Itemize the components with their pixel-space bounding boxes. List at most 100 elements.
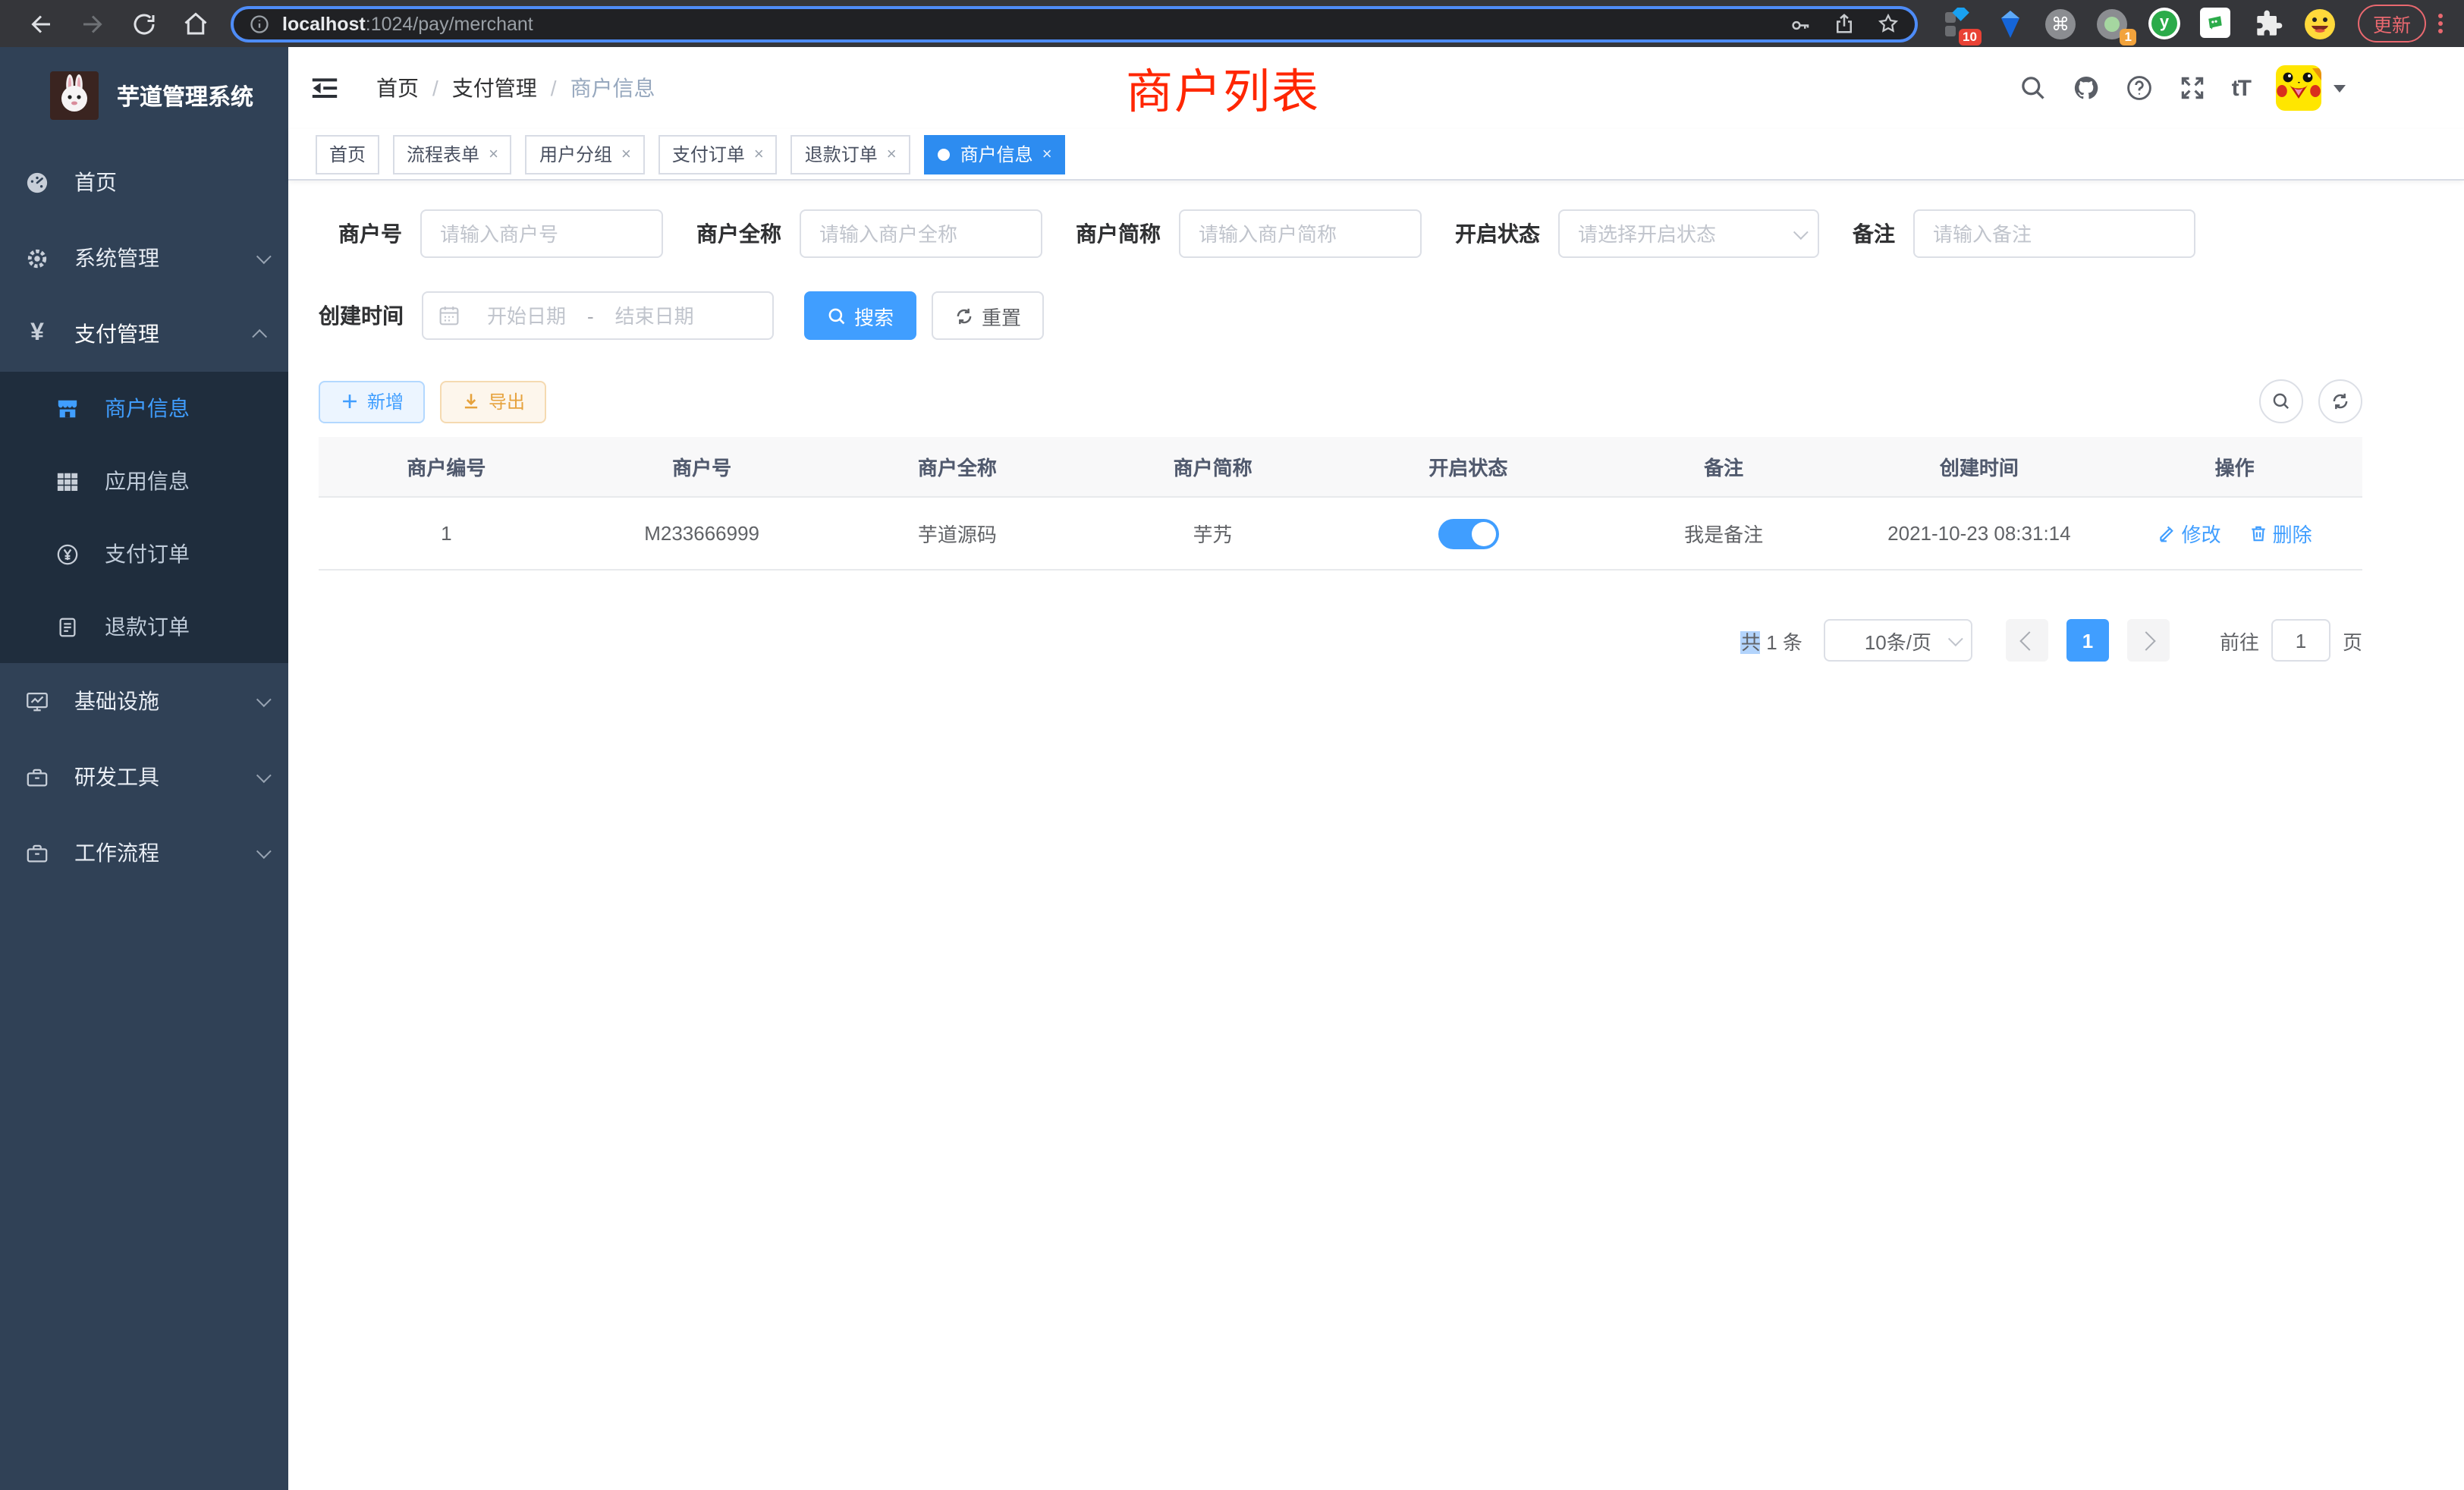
search-button[interactable]: 搜索 bbox=[804, 291, 916, 340]
command-extension-icon[interactable]: ⌘ bbox=[2045, 7, 2079, 40]
sidebar-item-system[interactable]: 系统管理 bbox=[0, 220, 288, 296]
reset-button[interactable]: 重置 bbox=[932, 291, 1044, 340]
sidebar-item-home[interactable]: 首页 bbox=[0, 144, 288, 220]
avatar[interactable] bbox=[2276, 65, 2321, 111]
recorder-extension-icon[interactable]: 1 bbox=[2097, 7, 2130, 40]
search-icon[interactable] bbox=[2019, 74, 2047, 102]
remark-input[interactable] bbox=[1913, 209, 2195, 258]
sidebar-item-label: 基础设施 bbox=[74, 686, 256, 716]
page-number-1[interactable]: 1 bbox=[2066, 619, 2109, 662]
extensions-puzzle-icon[interactable] bbox=[2252, 7, 2285, 40]
sidebar-item-merchant-info[interactable]: 商户信息 bbox=[0, 372, 288, 445]
breadcrumb-payment[interactable]: 支付管理 bbox=[452, 73, 537, 103]
refresh-table-button[interactable] bbox=[2318, 379, 2362, 423]
sidebar-item-pay-order[interactable]: 支付订单 bbox=[0, 517, 288, 590]
show-search-toggle-button[interactable] bbox=[2259, 379, 2303, 423]
forward-icon[interactable] bbox=[79, 10, 106, 37]
close-icon[interactable]: × bbox=[754, 145, 764, 163]
tab-merchant-info[interactable]: 商户信息× bbox=[924, 134, 1066, 174]
yuque-extension-icon[interactable]: y bbox=[2148, 7, 2182, 40]
page-size-select[interactable]: 10条/页 bbox=[1824, 619, 1972, 662]
back-icon[interactable] bbox=[27, 10, 55, 37]
chat-extension-icon[interactable] bbox=[2200, 7, 2233, 40]
document-icon bbox=[56, 615, 79, 638]
close-icon[interactable]: × bbox=[621, 145, 631, 163]
delete-link[interactable]: 删除 bbox=[2249, 519, 2312, 548]
close-icon[interactable]: × bbox=[489, 145, 498, 163]
sidebar-item-dev-tools[interactable]: 研发工具 bbox=[0, 739, 288, 815]
merchant-short-input[interactable] bbox=[1179, 209, 1422, 258]
sidebar-item-app-info[interactable]: 应用信息 bbox=[0, 445, 288, 517]
next-page-button[interactable] bbox=[2127, 619, 2170, 662]
merchant-table: 商户编号 商户号 商户全称 商户简称 开启状态 备注 创建时间 操作 1 M23… bbox=[319, 437, 2362, 571]
date-range-picker[interactable]: - bbox=[422, 291, 774, 340]
tab-user-group[interactable]: 用户分组× bbox=[526, 134, 645, 174]
col-status: 开启状态 bbox=[1340, 452, 1596, 481]
chevron-down-icon bbox=[1948, 630, 1963, 646]
home-icon[interactable] bbox=[182, 10, 209, 37]
status-label: 开启状态 bbox=[1455, 218, 1540, 249]
bookmark-star-icon[interactable] bbox=[1877, 12, 1900, 35]
edit-link[interactable]: 修改 bbox=[2158, 519, 2221, 548]
add-button[interactable]: 新增 bbox=[319, 380, 425, 423]
prev-page-button[interactable] bbox=[2006, 619, 2048, 662]
app-logo[interactable]: 芋道管理系统 bbox=[0, 47, 288, 144]
help-icon[interactable] bbox=[2126, 74, 2153, 102]
url-bar[interactable]: localhost:1024/pay/merchant bbox=[231, 5, 1918, 42]
avatar-dropdown-caret[interactable] bbox=[2334, 85, 2346, 99]
font-size-icon[interactable]: tT bbox=[2232, 75, 2250, 101]
browser-update-button[interactable]: 更新 bbox=[2358, 5, 2426, 42]
share-icon[interactable] bbox=[1833, 12, 1856, 35]
emoji-profile-icon[interactable] bbox=[2303, 7, 2337, 40]
sidebar-item-payment[interactable]: ¥ 支付管理 bbox=[0, 296, 288, 372]
goto-page-input[interactable] bbox=[2271, 619, 2330, 662]
breadcrumb-home[interactable]: 首页 bbox=[376, 73, 419, 103]
browser-menu-icon[interactable] bbox=[2438, 14, 2443, 33]
start-date-input[interactable] bbox=[472, 304, 581, 327]
tab-process-form[interactable]: 流程表单× bbox=[393, 134, 512, 174]
remark-label: 备注 bbox=[1853, 218, 1895, 249]
end-date-input[interactable] bbox=[600, 304, 709, 327]
url-path: :1024/pay/merchant bbox=[366, 13, 533, 34]
tab-pay-order[interactable]: 支付订单× bbox=[658, 134, 778, 174]
close-icon[interactable]: × bbox=[887, 145, 897, 163]
grid-icon bbox=[56, 470, 79, 492]
sidebar-item-label: 商户信息 bbox=[105, 393, 267, 423]
github-icon[interactable] bbox=[2073, 74, 2100, 102]
close-icon[interactable]: × bbox=[1042, 145, 1052, 163]
merchant-no-input[interactable] bbox=[420, 209, 663, 258]
tab-home[interactable]: 首页 bbox=[316, 134, 379, 174]
cell-short-name: 芋艿 bbox=[1085, 519, 1340, 548]
calendar-icon bbox=[438, 305, 460, 326]
status-select[interactable] bbox=[1558, 209, 1819, 258]
export-button[interactable]: 导出 bbox=[440, 380, 546, 423]
goto-label: 前往 bbox=[2220, 626, 2259, 655]
extension-bar: 10 ⌘ 1 y 更新 bbox=[1933, 5, 2449, 42]
merchant-name-input[interactable] bbox=[800, 209, 1042, 258]
info-icon[interactable] bbox=[249, 13, 270, 34]
payment-submenu: 商户信息 应用信息 支付订单 bbox=[0, 372, 288, 663]
browser-toolbar: localhost:1024/pay/merchant 10 ⌘ bbox=[0, 0, 2464, 47]
sidebar-item-workflow[interactable]: 工作流程 bbox=[0, 815, 288, 891]
tab-refund-order[interactable]: 退款订单× bbox=[791, 134, 910, 174]
sidebar-item-refund-order[interactable]: 退款订单 bbox=[0, 590, 288, 663]
navbar-actions: tT bbox=[1994, 65, 2346, 111]
create-time-label: 创建时间 bbox=[319, 300, 404, 331]
cell-remark: 我是备注 bbox=[1596, 519, 1852, 548]
pagination: 共 1 条 10条/页 1 前往 页 bbox=[319, 619, 2362, 662]
url-host: localhost bbox=[282, 13, 366, 34]
col-create-time: 创建时间 bbox=[1852, 452, 2107, 481]
gem-extension-icon[interactable] bbox=[1994, 7, 2027, 40]
sidebar-fold-icon[interactable] bbox=[311, 74, 338, 102]
cell-full-name: 芋道源码 bbox=[830, 519, 1086, 548]
table-header: 商户编号 商户号 商户全称 商户简称 开启状态 备注 创建时间 操作 bbox=[319, 437, 2362, 498]
sidebar-item-infrastructure[interactable]: 基础设施 bbox=[0, 663, 288, 739]
yen-circle-icon bbox=[56, 542, 79, 565]
status-toggle[interactable] bbox=[1438, 518, 1498, 549]
dashboard-icon bbox=[26, 171, 49, 193]
proxy-extension-icon[interactable]: 10 bbox=[1942, 7, 1975, 40]
reload-icon[interactable] bbox=[130, 10, 158, 37]
password-key-icon[interactable] bbox=[1789, 12, 1812, 35]
fullscreen-icon[interactable] bbox=[2179, 74, 2206, 102]
app-title: 芋道管理系统 bbox=[117, 80, 253, 112]
